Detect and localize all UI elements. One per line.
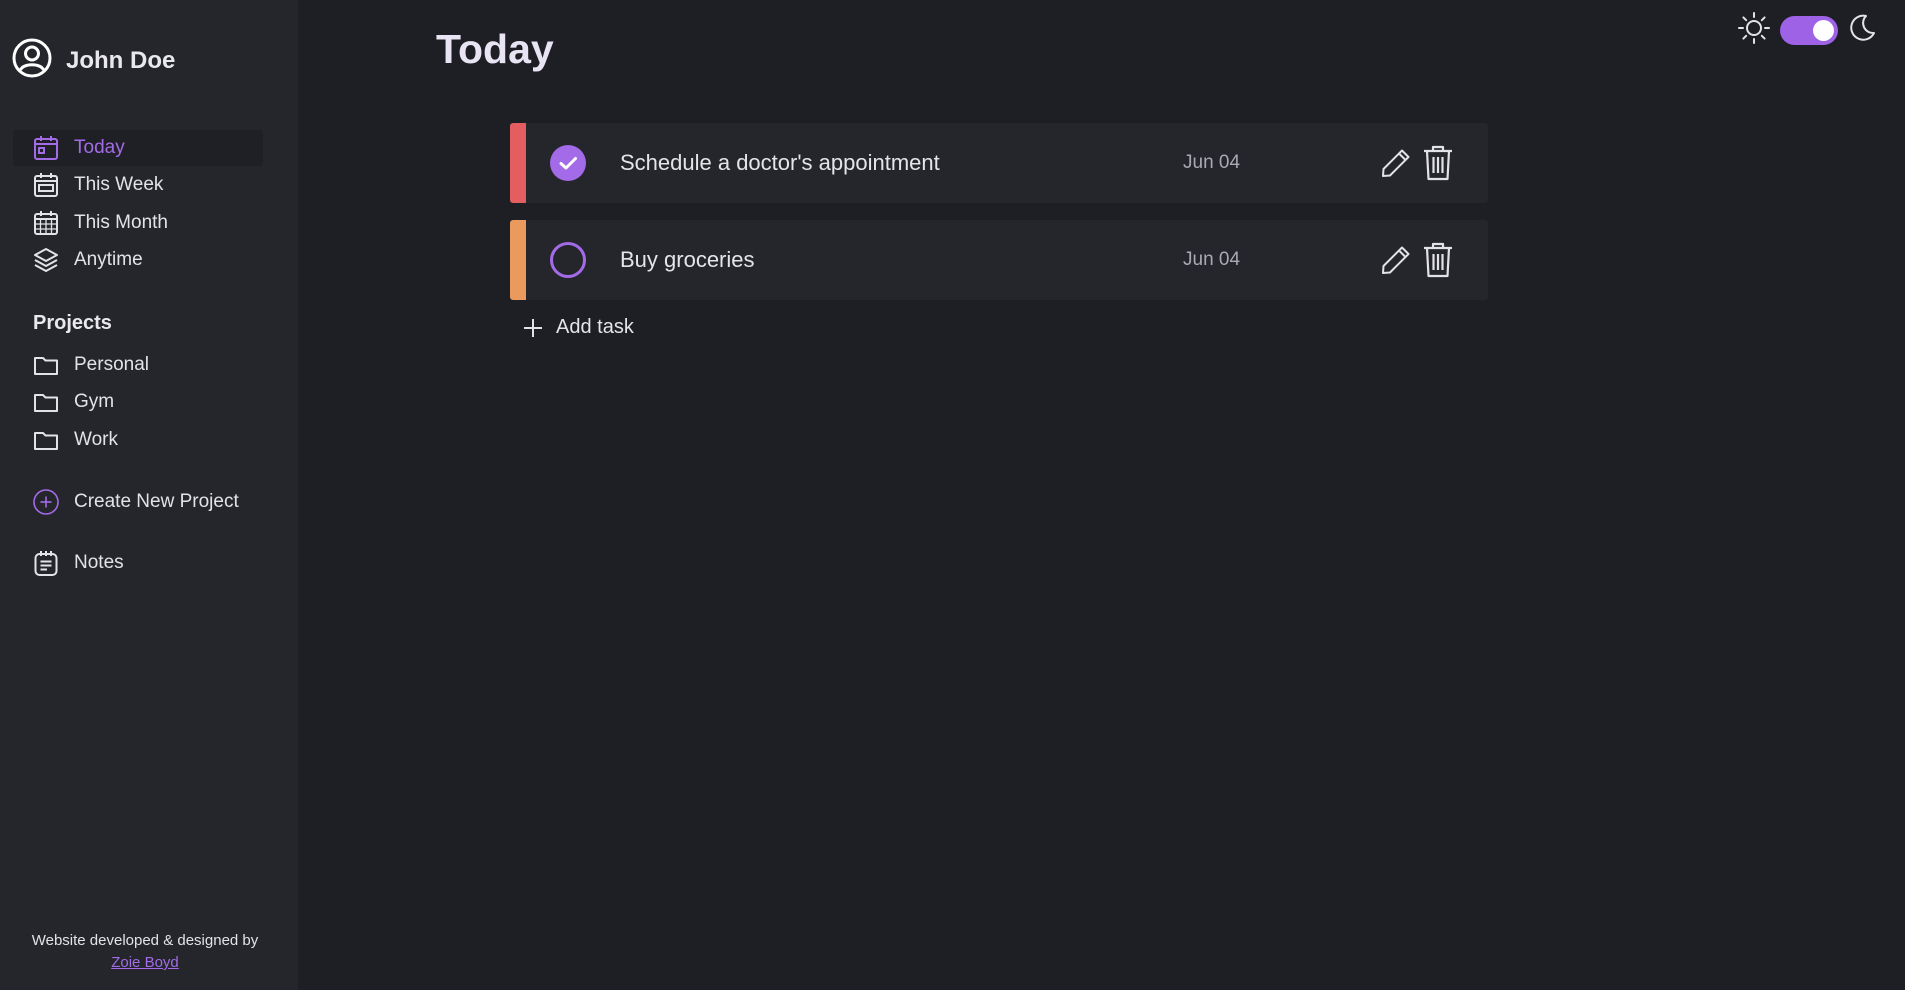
sidebar-item-label: This Week — [74, 174, 164, 195]
project-item-work[interactable]: Work — [13, 422, 263, 458]
sun-icon — [1737, 11, 1771, 50]
user-name: John Doe — [66, 46, 176, 74]
footer-credit: Website developed & designed by Zoie Boy… — [0, 930, 290, 974]
trash-icon[interactable] — [1422, 241, 1454, 279]
task-item: Schedule a doctor's appointment Jun 04 — [510, 123, 1488, 203]
project-item-personal[interactable]: Personal — [13, 347, 263, 383]
checkmark-icon — [559, 157, 577, 170]
layers-icon — [32, 246, 60, 274]
sidebar-item-anytime[interactable]: Anytime — [13, 242, 263, 278]
task-date: Jun 04 — [1183, 152, 1241, 173]
task-checkbox[interactable] — [550, 145, 586, 181]
theme-switch[interactable] — [1780, 16, 1838, 45]
footer-author-link[interactable]: Zoie Boyd — [111, 954, 179, 971]
sidebar-item-this-month[interactable]: This Month — [13, 205, 263, 241]
calendar-day-icon — [32, 134, 60, 162]
create-new-project-label: Create New Project — [74, 491, 239, 512]
task-item: Buy groceries Jun 04 — [510, 220, 1488, 300]
calendar-week-icon — [32, 171, 60, 199]
sidebar-item-notes[interactable]: Notes — [13, 545, 263, 581]
folder-icon — [32, 388, 60, 416]
plus-icon — [524, 318, 542, 337]
edit-pencil-icon[interactable] — [1380, 244, 1412, 276]
add-task-label: Add task — [556, 316, 634, 338]
notepad-icon — [32, 549, 60, 577]
theme-switch-knob — [1813, 20, 1834, 41]
folder-icon — [32, 351, 60, 379]
add-task-button[interactable]: Add task — [522, 316, 634, 339]
calendar-month-icon — [32, 209, 60, 237]
app: John Doe Today This Week This Month Anyt… — [0, 0, 1905, 990]
task-checkbox[interactable] — [550, 242, 586, 278]
task-title: Buy groceries — [620, 247, 755, 272]
sidebar-item-this-week[interactable]: This Week — [13, 167, 263, 203]
user-profile: John Doe — [12, 38, 175, 83]
edit-pencil-icon[interactable] — [1380, 147, 1412, 179]
page-title: Today — [436, 26, 554, 72]
sidebar-item-today[interactable]: Today — [13, 130, 263, 166]
sidebar-item-label: This Month — [74, 212, 168, 233]
sidebar-item-label: Anytime — [74, 249, 143, 270]
task-priority-bar — [510, 220, 526, 300]
sidebar: John Doe Today This Week This Month Anyt… — [0, 0, 298, 990]
project-item-gym[interactable]: Gym — [13, 384, 263, 420]
create-new-project-button[interactable]: Create New Project — [13, 484, 263, 520]
plus-circle-icon — [32, 488, 60, 516]
project-item-label: Work — [74, 429, 118, 450]
project-item-label: Gym — [74, 391, 115, 412]
project-item-label: Personal — [74, 354, 149, 375]
task-title: Schedule a doctor's appointment — [620, 150, 940, 175]
task-date: Jun 04 — [1183, 249, 1241, 270]
projects-heading: Projects — [33, 312, 112, 334]
sidebar-item-label: Today — [74, 137, 125, 158]
footer-text: Website developed & designed by — [31, 932, 259, 949]
task-priority-bar — [510, 123, 526, 203]
user-avatar-icon — [12, 38, 52, 83]
trash-icon[interactable] — [1422, 144, 1454, 182]
moon-icon — [1838, 12, 1878, 49]
folder-icon — [32, 426, 60, 454]
sidebar-item-label: Notes — [74, 552, 124, 573]
theme-toggle — [1737, 11, 1878, 50]
